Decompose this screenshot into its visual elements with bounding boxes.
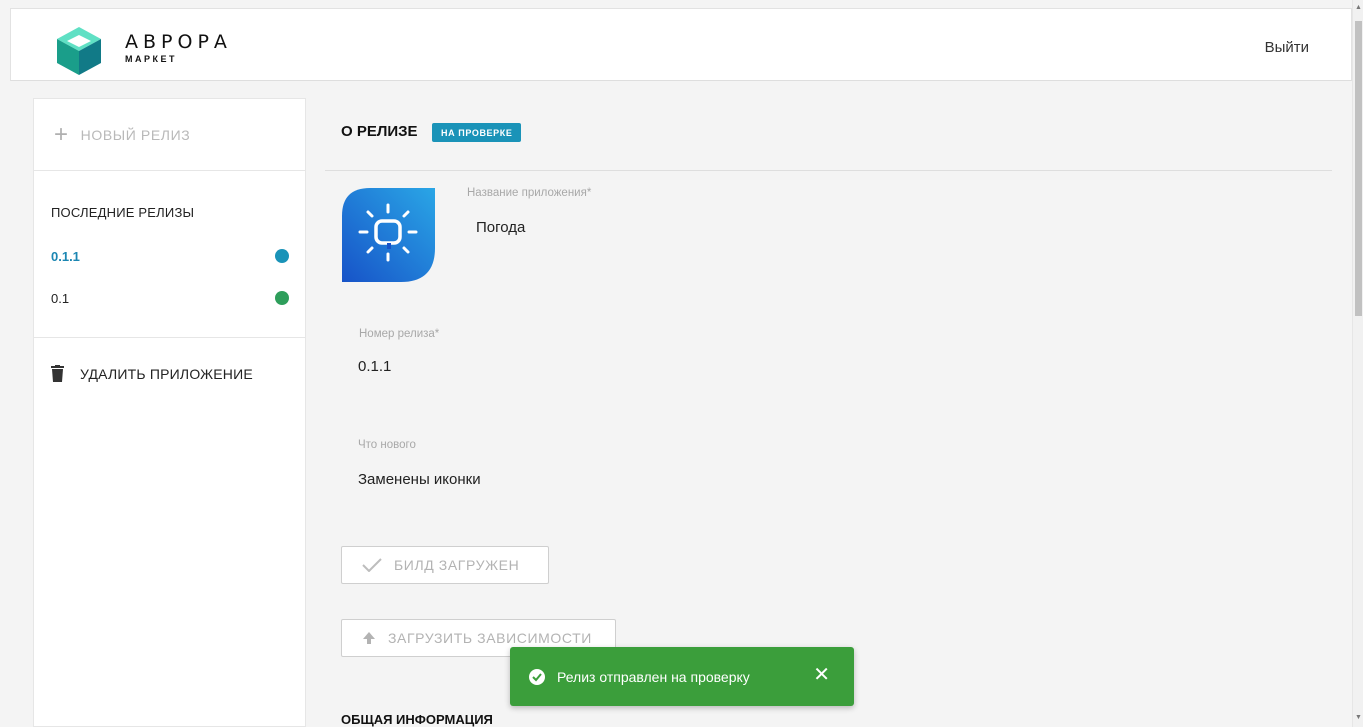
upload-arrow-icon <box>363 632 375 644</box>
whats-new-label: Что нового <box>358 439 416 451</box>
release-label: 0.1.1 <box>51 248 80 264</box>
recent-releases-title: ПОСЛЕДНИЕ РЕЛИЗЫ <box>51 205 195 220</box>
build-uploaded-label: БИЛД ЗАГРУЖЕН <box>394 557 520 573</box>
section-title: О РЕЛИЗЕ <box>341 123 418 140</box>
delete-app-label: УДАЛИТЬ ПРИЛОЖЕНИЕ <box>80 365 253 382</box>
toast-message: Релиз отправлен на проверку <box>557 668 750 685</box>
aurora-logo-icon[interactable] <box>55 25 103 77</box>
top-bar: АВРОРА МАРКЕТ Выйти <box>10 8 1352 81</box>
whats-new-field[interactable]: Заменены иконки <box>358 471 481 488</box>
brand-subtitle: МАРКЕТ <box>125 54 177 64</box>
delete-app-button[interactable]: УДАЛИТЬ ПРИЛОЖЕНИЕ <box>51 365 253 382</box>
release-number-label: Номер релиза* <box>359 328 440 340</box>
release-number-field[interactable]: 0.1.1 <box>358 358 391 375</box>
sidebar: + НОВЫЙ РЕЛИЗ ПОСЛЕДНИЕ РЕЛИЗЫ 0.1.1 0.1… <box>33 98 306 727</box>
release-item-0-1-1[interactable]: 0.1.1 <box>51 244 289 268</box>
logout-link[interactable]: Выйти <box>1265 39 1309 56</box>
new-release-button[interactable]: + НОВЫЙ РЕЛИЗ <box>34 99 305 171</box>
scroll-up-icon[interactable]: ▲ <box>1355 4 1362 11</box>
trash-icon <box>51 365 64 382</box>
new-release-label: НОВЫЙ РЕЛИЗ <box>80 126 191 143</box>
checkmark-icon <box>362 558 382 572</box>
close-icon[interactable]: ✕ <box>813 665 830 685</box>
release-form: О РЕЛИЗЕ НА ПРОВЕРКЕ Название приложения… <box>325 98 1332 727</box>
release-item-0-1[interactable]: 0.1 <box>51 286 289 310</box>
app-name-field[interactable]: Погода <box>476 219 525 236</box>
scroll-down-icon[interactable]: ▼ <box>1355 714 1362 721</box>
divider <box>325 170 1332 171</box>
check-circle-icon <box>529 668 545 685</box>
general-info-title: ОБЩАЯ ИНФОРМАЦИЯ <box>341 712 493 727</box>
release-status-dot <box>275 249 289 263</box>
scroll-thumb[interactable] <box>1355 21 1362 316</box>
status-badge: НА ПРОВЕРКЕ <box>432 123 522 142</box>
weather-app-icon[interactable] <box>342 188 435 282</box>
app-name-label: Название приложения* <box>467 187 592 199</box>
brand-name: АВРОРА <box>125 31 232 53</box>
plus-icon: + <box>54 120 69 148</box>
release-label: 0.1 <box>51 290 70 306</box>
success-toast: Релиз отправлен на проверку ✕ <box>510 647 854 706</box>
page-scrollbar[interactable]: ▲ ▼ <box>1352 0 1363 727</box>
recent-releases-section: ПОСЛЕДНИЕ РЕЛИЗЫ 0.1.1 0.1 <box>34 171 305 338</box>
build-uploaded-button[interactable]: БИЛД ЗАГРУЖЕН <box>341 546 549 584</box>
release-status-dot <box>275 291 289 305</box>
upload-dependencies-label: ЗАГРУЗИТЬ ЗАВИСИМОСТИ <box>388 630 592 646</box>
